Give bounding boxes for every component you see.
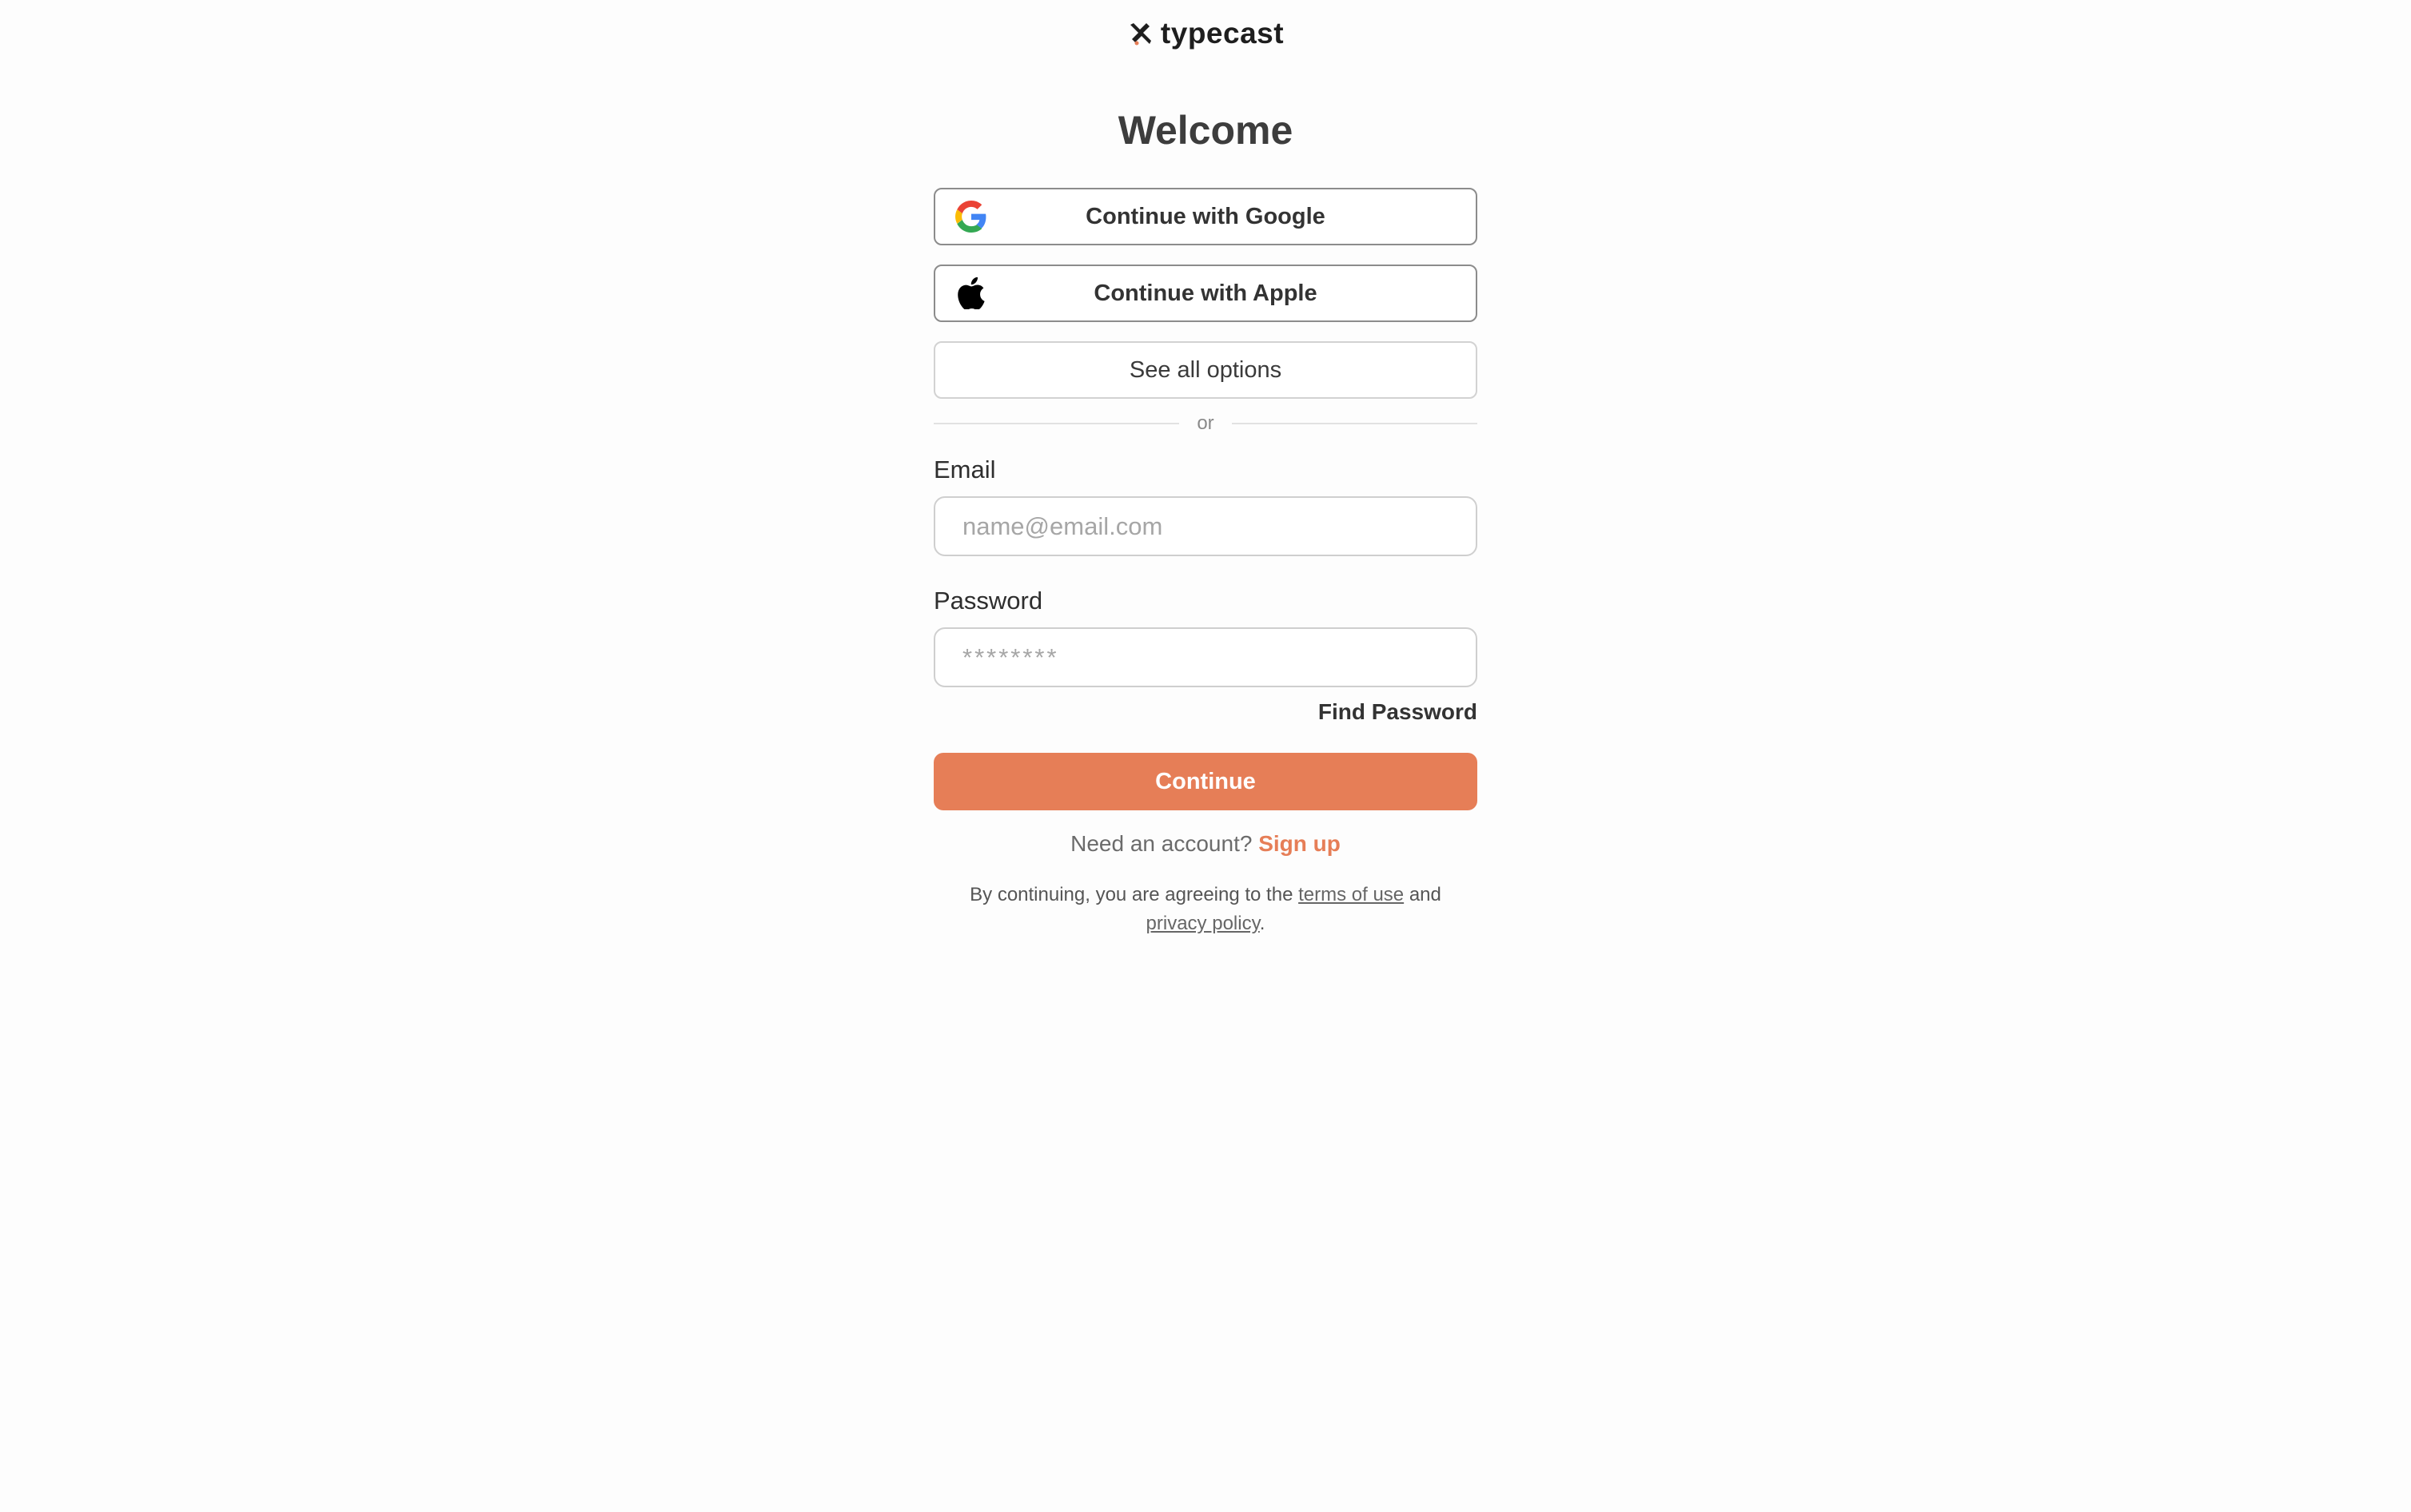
continue-button-label: Continue xyxy=(1155,768,1256,794)
sign-up-link[interactable]: Sign up xyxy=(1258,831,1341,856)
options-button-label: See all options xyxy=(1129,356,1282,383)
brand-logo[interactable]: typecast xyxy=(0,14,2411,53)
legal-suffix: . xyxy=(1259,913,1265,934)
legal-notice: By continuing, you are agreeing to the t… xyxy=(934,881,1477,938)
see-all-options-button[interactable]: See all options xyxy=(934,341,1477,399)
page-title: Welcome xyxy=(1118,108,1293,153)
signup-prompt: Need an account? Sign up xyxy=(934,831,1477,857)
email-label: Email xyxy=(934,456,996,483)
brand-name: typecast xyxy=(1160,17,1285,50)
legal-prefix: By continuing, you are agreeing to the xyxy=(970,884,1293,905)
password-label: Password xyxy=(934,587,1043,615)
typecast-logo-icon xyxy=(1130,23,1151,46)
divider-line-left xyxy=(934,423,1180,424)
google-icon xyxy=(954,200,988,233)
terms-of-use-link[interactable]: terms of use xyxy=(1298,884,1404,905)
divider-line-right xyxy=(1231,423,1477,424)
signup-prompt-text: Need an account? xyxy=(1070,831,1253,856)
or-divider: or xyxy=(934,408,1477,440)
apple-button-label: Continue with Apple xyxy=(1094,280,1317,306)
apple-icon xyxy=(954,277,988,310)
continue-with-google-button[interactable]: Continue with Google xyxy=(934,188,1477,245)
continue-with-apple-button[interactable]: Continue with Apple xyxy=(934,265,1477,322)
find-password-link[interactable]: Find Password xyxy=(1318,699,1477,725)
privacy-policy-link[interactable]: privacy policy xyxy=(1146,913,1260,934)
password-field[interactable] xyxy=(934,627,1477,687)
google-button-label: Continue with Google xyxy=(1086,203,1325,229)
continue-button[interactable]: Continue xyxy=(934,753,1477,810)
legal-conjunction: and xyxy=(1409,884,1441,905)
email-field[interactable] xyxy=(934,496,1477,556)
login-page: typecast Welcome Continue with Google Co… xyxy=(0,0,2411,1512)
divider-text: or xyxy=(1197,412,1214,434)
